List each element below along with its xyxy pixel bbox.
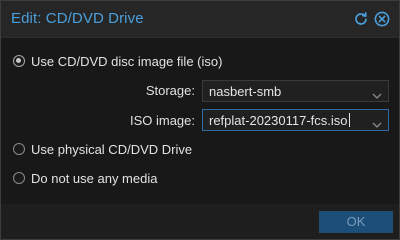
ok-button[interactable]: OK (319, 211, 393, 233)
iso-image-value: refplat-20230117-fcs.iso (209, 113, 350, 128)
radio-use-iso[interactable]: Use CD/DVD disc image file (iso) (13, 52, 222, 70)
radio-no-media-label: Do not use any media (31, 170, 158, 186)
storage-value: nasbert-smb (209, 84, 282, 99)
chevron-down-icon[interactable] (372, 87, 382, 99)
reset-icon[interactable] (353, 11, 369, 27)
close-icon[interactable] (374, 11, 390, 27)
dialog-footer: OK (1, 204, 399, 239)
radio-use-physical-label: Use physical CD/DVD Drive (31, 141, 193, 157)
edit-cd-dvd-drive-dialog: Edit: CD/DVD Drive Use CD/DVD disc image… (0, 0, 400, 240)
iso-image-select[interactable]: refplat-20230117-fcs.iso (202, 109, 389, 131)
storage-select[interactable]: nasbert-smb (202, 80, 389, 102)
radio-button-checked[interactable] (13, 55, 25, 67)
dialog-titlebar: Edit: CD/DVD Drive (1, 1, 399, 37)
radio-use-iso-label: Use CD/DVD disc image file (iso) (31, 53, 223, 69)
radio-button[interactable] (13, 143, 25, 155)
radio-no-media[interactable]: Do not use any media (13, 169, 157, 187)
radio-button[interactable] (13, 172, 25, 184)
chevron-down-icon[interactable] (372, 116, 382, 128)
iso-image-label: ISO image: (129, 113, 195, 128)
dialog-title: Edit: CD/DVD Drive (11, 10, 144, 27)
radio-use-physical-drive[interactable]: Use physical CD/DVD Drive (13, 140, 192, 158)
storage-label: Storage: (145, 83, 195, 98)
dialog-body: Use CD/DVD disc image file (iso) Storage… (1, 37, 399, 205)
